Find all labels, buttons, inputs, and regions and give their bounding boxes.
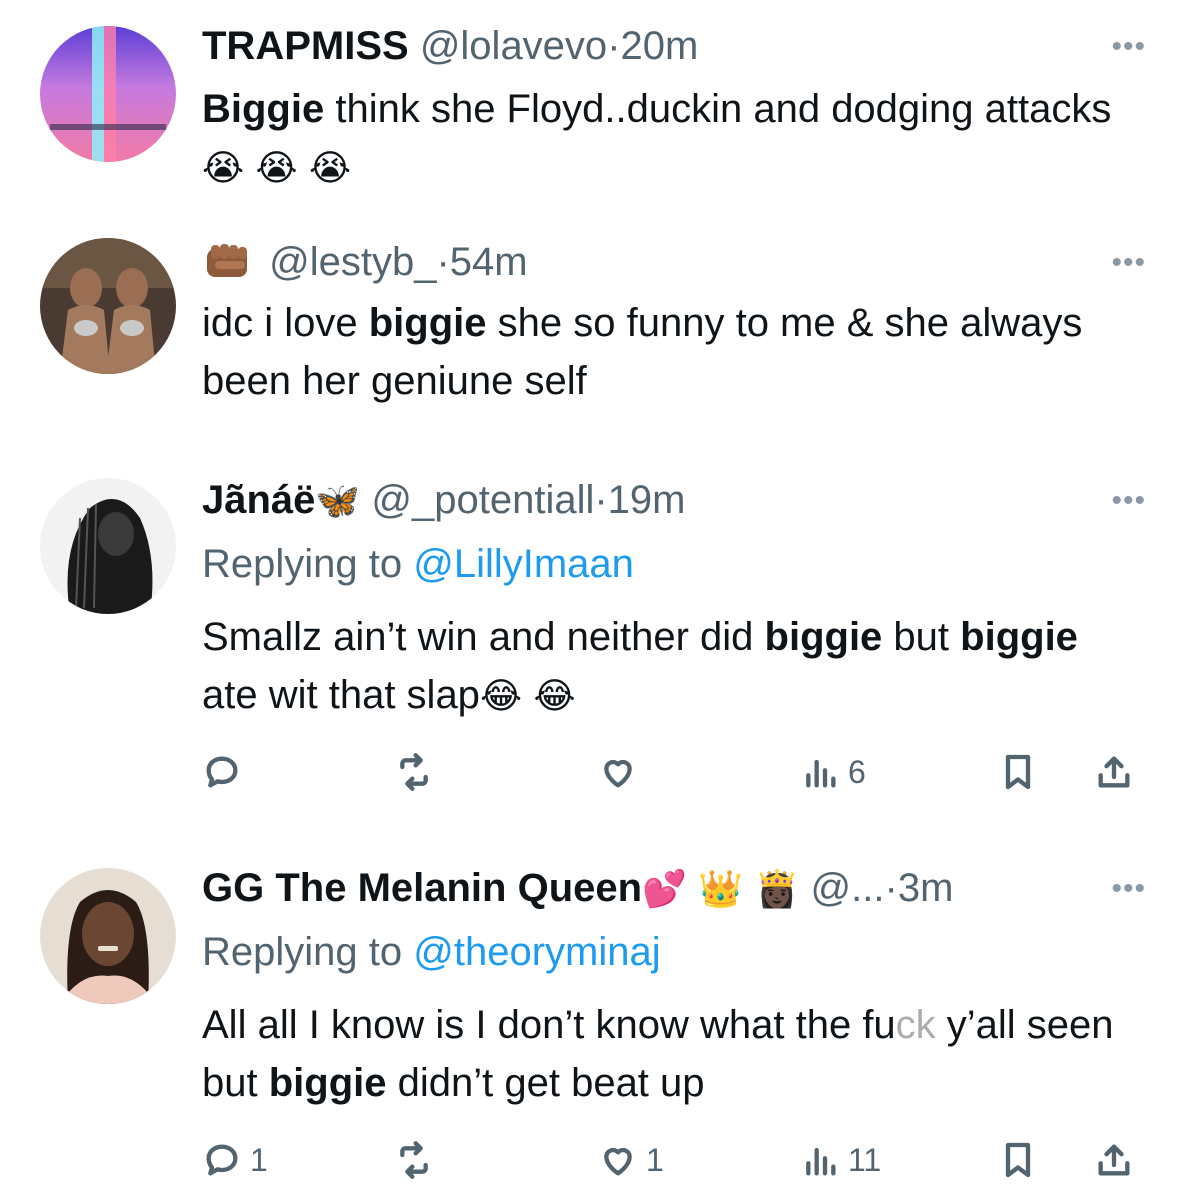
like-button[interactable]: 1 bbox=[598, 1130, 664, 1190]
repost-icon bbox=[400, 753, 428, 791]
bold-keyword: biggie bbox=[268, 1061, 387, 1105]
post-header: Jãnáë🦋 @_potentiall·19m bbox=[202, 476, 1110, 526]
text-segment: Smallz ain’t win and neither did bbox=[202, 615, 765, 659]
share-button[interactable] bbox=[1094, 742, 1134, 802]
post-3: Jãnáë🦋 @_potentiall·19m ••• Replying to … bbox=[0, 450, 1200, 830]
name-emoji-icons: 💕 👑 👸🏿 bbox=[642, 869, 800, 910]
post-text: idc i love biggie she so funny to me & s… bbox=[202, 294, 1120, 410]
like-count: 1 bbox=[646, 1141, 664, 1178]
timestamp[interactable]: 3m bbox=[898, 866, 954, 910]
post-2: @lestyb_·54m ••• idc i love biggie she s… bbox=[0, 220, 1200, 450]
reply-button[interactable]: 1 bbox=[202, 1130, 268, 1190]
like-icon bbox=[604, 759, 632, 788]
share-icon bbox=[1098, 756, 1130, 788]
more-options-icon[interactable]: ••• bbox=[1111, 246, 1146, 280]
user-handle[interactable]: @lestyb_ bbox=[269, 240, 436, 284]
display-name[interactable]: GG The Melanin Queen bbox=[202, 866, 642, 910]
share-button[interactable] bbox=[1094, 1130, 1134, 1190]
censored-text: ck bbox=[895, 1003, 936, 1047]
views-button[interactable]: 11 bbox=[800, 1130, 881, 1190]
display-name[interactable]: Jãnáë bbox=[202, 478, 315, 522]
repost-button[interactable] bbox=[394, 1130, 442, 1190]
text-segment: think she Floyd..duckin and dodging atta… bbox=[324, 87, 1112, 131]
reply-icon bbox=[206, 756, 238, 788]
text-segment: ate wit that slap bbox=[202, 673, 480, 717]
more-options-icon[interactable]: ••• bbox=[1111, 872, 1146, 906]
like-icon bbox=[604, 1147, 632, 1176]
action-bar: 6 bbox=[202, 742, 1140, 802]
bold-keyword: Biggie bbox=[202, 87, 325, 131]
post-4: GG The Melanin Queen💕 👑 👸🏿 @...·3m ••• R… bbox=[0, 830, 1200, 1200]
crying-emoji-icon: 😭 😭 😭 bbox=[202, 148, 352, 189]
replying-to: Replying to @theoryminaj bbox=[202, 928, 661, 976]
post-1: TRAPMISS @lolavevo·20m ••• Biggie think … bbox=[0, 0, 1200, 220]
like-button[interactable] bbox=[598, 742, 646, 802]
bookmark-icon bbox=[1005, 754, 1031, 790]
reply-button[interactable] bbox=[202, 742, 250, 802]
avatar[interactable] bbox=[40, 868, 176, 1004]
views-icon bbox=[806, 1147, 836, 1176]
more-options-icon[interactable]: ••• bbox=[1111, 484, 1146, 518]
post-text: Smallz ain’t win and neither did biggie … bbox=[202, 608, 1120, 726]
bold-keyword: biggie bbox=[764, 615, 883, 659]
user-handle[interactable]: @lolavevo bbox=[420, 24, 607, 68]
action-bar: 1 1 11 bbox=[202, 1130, 1140, 1190]
views-count: 6 bbox=[848, 753, 866, 790]
text-segment: but bbox=[882, 615, 961, 659]
views-icon bbox=[806, 759, 836, 788]
avatar[interactable] bbox=[40, 238, 176, 374]
fist-emoji-icon bbox=[202, 241, 258, 292]
share-icon bbox=[1098, 1144, 1130, 1176]
post-header: TRAPMISS @lolavevo·20m bbox=[202, 22, 1110, 70]
replying-label: Replying to bbox=[202, 542, 414, 586]
reply-count: 1 bbox=[250, 1141, 268, 1178]
repost-icon bbox=[400, 1141, 428, 1179]
mention-link[interactable]: @LillyImaan bbox=[413, 542, 634, 586]
butterfly-emoji-icon: 🦋 bbox=[315, 481, 361, 522]
bookmark-button[interactable] bbox=[998, 1130, 1038, 1190]
timestamp[interactable]: 54m bbox=[450, 240, 528, 284]
post-header: @lestyb_·54m bbox=[202, 238, 1110, 292]
timestamp[interactable]: 20m bbox=[621, 24, 699, 68]
bookmark-icon bbox=[1005, 1142, 1031, 1178]
display-name[interactable]: TRAPMISS bbox=[202, 24, 409, 68]
text-segment: didn’t get beat up bbox=[386, 1061, 705, 1105]
avatar[interactable] bbox=[40, 478, 176, 614]
separator: · bbox=[594, 478, 608, 522]
avatar[interactable] bbox=[40, 26, 176, 162]
post-header: GG The Melanin Queen💕 👑 👸🏿 @...·3m bbox=[202, 864, 1110, 914]
timestamp[interactable]: 19m bbox=[608, 478, 686, 522]
bold-keyword: biggie bbox=[368, 301, 487, 345]
laughing-emoji-icon: 😂 😂 bbox=[479, 676, 576, 717]
post-text: Biggie think she Floyd..duckin and dodgi… bbox=[202, 80, 1120, 198]
text-segment: All all I know is I don’t know what the … bbox=[202, 1003, 896, 1047]
replying-label: Replying to bbox=[202, 930, 414, 974]
reply-icon bbox=[206, 1144, 238, 1176]
views-button[interactable]: 6 bbox=[800, 742, 866, 802]
user-handle[interactable]: @... bbox=[811, 866, 885, 910]
post-text: All all I know is I don’t know what the … bbox=[202, 996, 1120, 1112]
text-segment: idc i love bbox=[202, 301, 369, 345]
separator: · bbox=[436, 240, 450, 284]
views-count: 11 bbox=[848, 1141, 882, 1178]
mention-link[interactable]: @theoryminaj bbox=[413, 930, 660, 974]
separator: · bbox=[884, 866, 898, 910]
more-options-icon[interactable]: ••• bbox=[1111, 30, 1146, 64]
separator: · bbox=[607, 24, 621, 68]
replying-to: Replying to @LillyImaan bbox=[202, 540, 634, 588]
user-handle[interactable]: @_potentiall bbox=[371, 478, 594, 522]
bold-keyword: biggie bbox=[960, 615, 1078, 659]
bookmark-button[interactable] bbox=[998, 742, 1038, 802]
repost-button[interactable] bbox=[394, 742, 442, 802]
